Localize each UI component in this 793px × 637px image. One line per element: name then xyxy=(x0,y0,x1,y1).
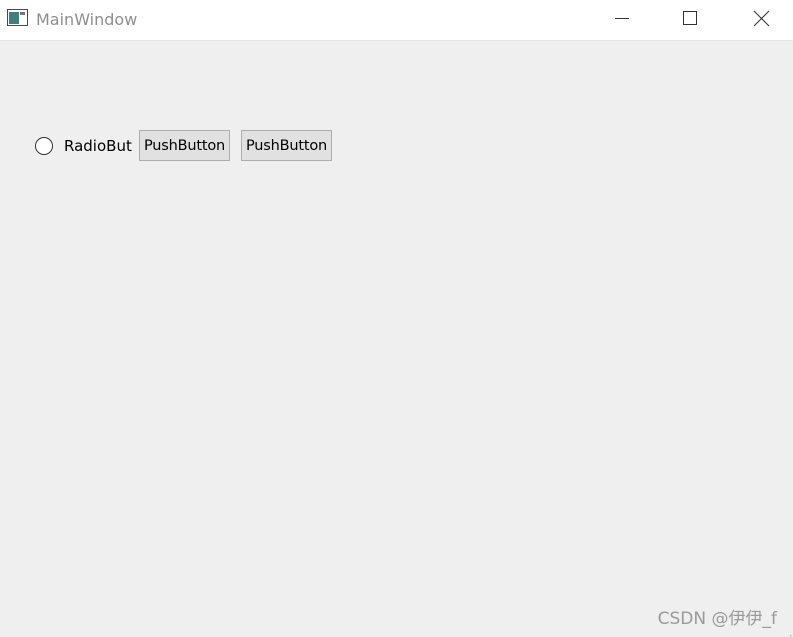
minimize-icon xyxy=(615,18,629,19)
window-title: MainWindow xyxy=(36,10,138,29)
radio-button[interactable]: RadioBut xyxy=(35,135,132,157)
close-icon xyxy=(753,10,770,27)
app-window-icon xyxy=(7,9,28,26)
push-button-2[interactable]: PushButton xyxy=(241,130,332,161)
central-widget: RadioBut PushButton PushButton CSDN @伊伊_… xyxy=(0,41,793,637)
size-grip-icon[interactable] xyxy=(784,628,792,637)
maximize-button[interactable] xyxy=(667,0,713,40)
close-button[interactable] xyxy=(738,0,784,40)
main-window: MainWindow RadioBut PushButton PushButto… xyxy=(0,0,793,637)
maximize-icon xyxy=(683,11,697,25)
watermark-text: CSDN @伊伊_f xyxy=(657,609,777,629)
title-bar[interactable]: MainWindow xyxy=(0,0,793,41)
radio-button-label: RadioBut xyxy=(64,137,132,155)
radio-indicator[interactable] xyxy=(35,137,53,155)
minimize-button[interactable] xyxy=(598,0,644,40)
push-button-1[interactable]: PushButton xyxy=(139,130,230,161)
